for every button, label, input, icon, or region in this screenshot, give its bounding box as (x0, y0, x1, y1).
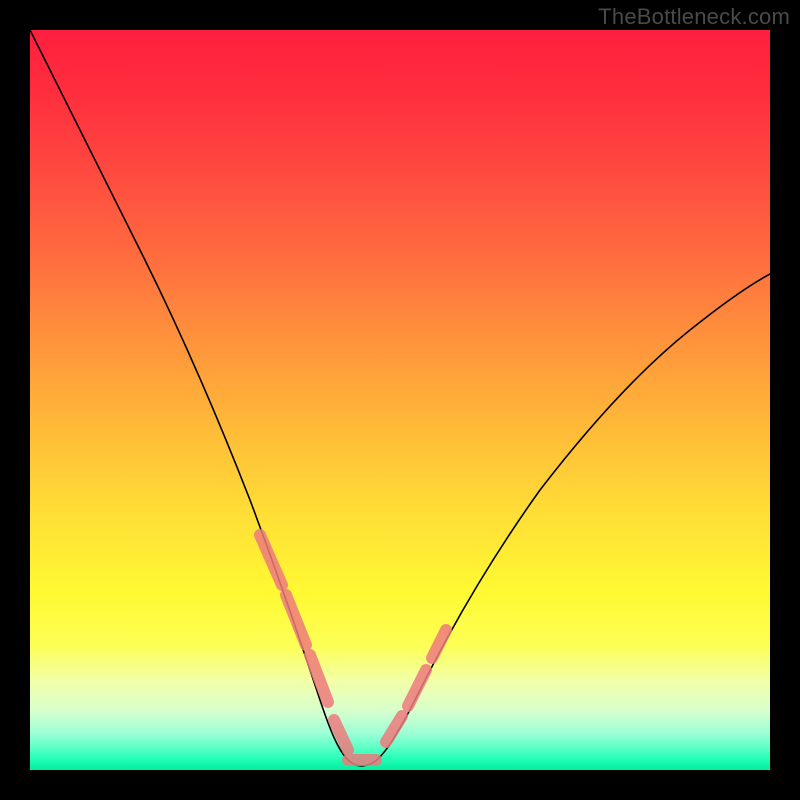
marker-valley-floor (334, 720, 376, 760)
plot-area (30, 30, 770, 770)
marker-right-slope (386, 630, 446, 742)
chart-frame: TheBottleneck.com (0, 0, 800, 800)
curve-layer (30, 30, 770, 770)
bottleneck-curve (30, 30, 770, 766)
watermark-text: TheBottleneck.com (598, 4, 790, 30)
marker-left-slope (260, 535, 328, 702)
